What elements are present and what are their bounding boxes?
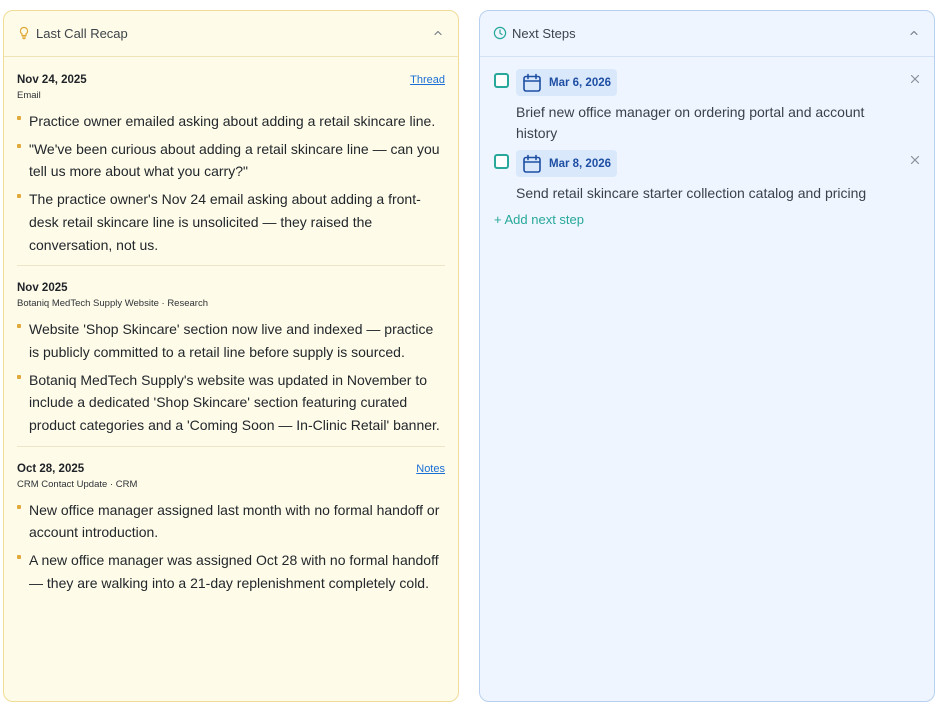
bullet-marker (17, 504, 21, 509)
entry-source: Botaniq MedTech Supply Website · Researc… (17, 298, 208, 310)
step-date: Mar 6, 2026 (549, 76, 612, 89)
chevron-up-icon[interactable] (908, 27, 920, 39)
bullet-marker (17, 194, 21, 199)
recap-panel-title: Last Call Recap (36, 26, 128, 41)
entry-bullets: Practice owner emailed asking about addi… (17, 110, 445, 256)
recap-bullet: "We've been curious about adding a retai… (17, 138, 445, 183)
next-step-item: Mar 6, 2026 Brief new office manager on … (494, 69, 921, 144)
calendar-icon (523, 73, 541, 92)
calendar-icon (523, 154, 541, 173)
recap-bullet: Practice owner emailed asking about addi… (17, 110, 445, 133)
bullet-marker (17, 143, 21, 148)
close-icon[interactable] (909, 154, 921, 166)
entry-bullets: New office manager assigned last month w… (17, 499, 445, 595)
lightbulb-icon (19, 26, 29, 40)
step-checkbox[interactable] (494, 154, 509, 169)
step-text[interactable]: Brief new office manager on ordering por… (516, 102, 901, 144)
entry-source: CRM Contact Update · CRM (17, 478, 138, 490)
last-call-recap-panel: Last Call Recap Nov 24, 2025 Email Threa… (3, 10, 459, 702)
bullet-text: A new office manager was assigned Oct 28… (29, 552, 439, 591)
recap-bullet: Botaniq MedTech Supply's website was upd… (17, 369, 445, 437)
bullet-text: "We've been curious about adding a retai… (29, 140, 440, 180)
step-date: Mar 8, 2026 (549, 157, 612, 170)
recap-entry: Oct 28, 2025 CRM Contact Update · CRM No… (17, 445, 445, 595)
recap-bullet: Website 'Shop Skincare' section now live… (17, 318, 445, 363)
chevron-up-icon[interactable] (432, 27, 444, 39)
bullet-marker (17, 374, 21, 379)
bullet-text: Practice owner emailed asking about addi… (29, 113, 436, 129)
bullet-text: Botaniq MedTech Supply's website was upd… (29, 371, 440, 434)
bullet-marker (17, 555, 21, 560)
step-text[interactable]: Send retail skincare starter collection … (516, 183, 901, 204)
recap-entries: Nov 24, 2025 Email Thread Practice owner… (17, 68, 445, 600)
bullet-text: The practice owner's Nov 24 email asking… (29, 191, 421, 253)
next-steps-panel: Next Steps Mar 6, 2026 Brief new office … (479, 10, 935, 702)
add-next-step-button[interactable]: + Add next step (494, 212, 584, 228)
recap-bullet: A new office manager was assigned Oct 28… (17, 549, 445, 594)
next-step-item: Mar 8, 2026 Send retail skincare starter… (494, 150, 921, 204)
thread-link[interactable]: Thread (410, 72, 445, 88)
entry-source: Email (17, 90, 41, 101)
recap-bullet: New office manager assigned last month w… (17, 499, 445, 544)
steps-panel-title: Next Steps (512, 26, 576, 41)
entry-date: Nov 2025 (17, 282, 68, 295)
entry-date: Oct 28, 2025 (17, 462, 85, 475)
step-date-chip[interactable]: Mar 6, 2026 (516, 69, 618, 96)
bullet-marker (17, 116, 21, 120)
bullet-text: Website 'Shop Skincare' section now live… (29, 321, 434, 360)
bullet-text: New office manager assigned last month w… (29, 501, 440, 541)
recap-entry: Nov 24, 2025 Email Thread Practice owner… (17, 68, 445, 265)
entry-date: Nov 24, 2025 (17, 74, 87, 86)
entry-bullets: Website 'Shop Skincare' section now live… (17, 318, 445, 437)
recap-panel-header[interactable]: Last Call Recap (4, 11, 458, 57)
recap-entry: Nov 2025 Botaniq MedTech Supply Website … (17, 265, 445, 446)
step-date-chip[interactable]: Mar 8, 2026 (516, 150, 618, 177)
step-checkbox[interactable] (494, 73, 509, 88)
steps-panel-header[interactable]: Next Steps (480, 11, 934, 57)
bullet-marker (17, 324, 21, 329)
recap-bullet: The practice owner's Nov 24 email asking… (17, 188, 445, 256)
notes-link[interactable]: Notes (416, 461, 445, 477)
close-icon[interactable] (909, 73, 921, 85)
clock-icon (493, 26, 507, 40)
